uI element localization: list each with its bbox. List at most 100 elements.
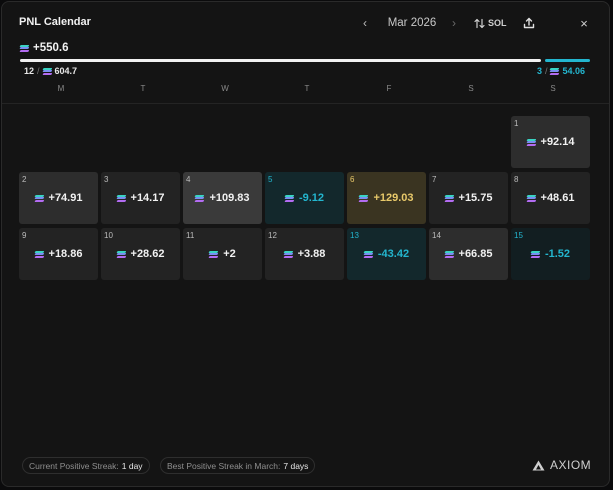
calendar-day-cell[interactable]: 7 +15.75 xyxy=(429,172,508,224)
total-pnl-value: +550.6 xyxy=(33,42,69,54)
calendar-day-cell[interactable]: 10 +28.62 xyxy=(101,228,180,280)
day-number: 10 xyxy=(104,231,113,240)
day-pnl: -43.42 xyxy=(347,248,426,260)
day-pnl-value: +74.91 xyxy=(48,192,83,204)
day-number: 6 xyxy=(350,175,355,184)
weekday-label: S xyxy=(468,84,474,93)
sol-icon xyxy=(34,250,44,258)
day-number: 12 xyxy=(268,231,277,240)
negative-summary: 3 / 54.06 xyxy=(536,66,585,76)
day-pnl-value: +129.03 xyxy=(373,192,414,204)
day-pnl: +74.91 xyxy=(19,192,98,204)
calendar-day-cell[interactable]: 8 +48.61 xyxy=(511,172,590,224)
day-pnl-value: +18.86 xyxy=(48,248,83,260)
day-number: 13 xyxy=(350,231,359,240)
weekday-label: S xyxy=(550,84,556,93)
calendar-day-cell[interactable]: 15 -1.52 xyxy=(511,228,590,280)
calendar-day-cell[interactable]: 11 +2 xyxy=(183,228,262,280)
weekday-label: T xyxy=(140,84,146,93)
positive-days-count: 12 xyxy=(24,66,35,76)
sol-icon xyxy=(444,194,454,202)
day-pnl-value: +28.62 xyxy=(130,248,165,260)
share-button[interactable] xyxy=(521,13,537,33)
sol-icon xyxy=(195,194,205,202)
day-number: 3 xyxy=(104,175,109,184)
sol-icon xyxy=(526,138,536,146)
calendar-day-cell[interactable]: 9 +18.86 xyxy=(19,228,98,280)
best-streak-value: 7 days xyxy=(283,460,309,471)
currency-toggle-button[interactable]: SOL xyxy=(474,13,507,33)
calendar-day-cell[interactable]: 13 -43.42 xyxy=(347,228,426,280)
sol-icon xyxy=(34,194,44,202)
prev-month-button[interactable]: ‹ xyxy=(359,13,371,33)
day-number: 8 xyxy=(514,175,519,184)
calendar-day-cell[interactable]: 6 +129.03 xyxy=(347,172,426,224)
positive-summary: 12 / 604.7 xyxy=(24,66,78,76)
sol-icon xyxy=(116,194,126,202)
day-number: 14 xyxy=(432,231,441,240)
sol-icon xyxy=(284,194,295,202)
negative-days-count: 3 xyxy=(536,66,542,76)
sol-icon xyxy=(550,67,560,75)
weekday-label: W xyxy=(221,84,229,93)
sol-icon xyxy=(444,250,454,258)
day-number: 1 xyxy=(514,119,519,128)
calendar-day-cell[interactable]: 3 +14.17 xyxy=(101,172,180,224)
close-button[interactable]: × xyxy=(577,13,591,33)
sol-icon xyxy=(359,194,369,202)
current-streak-value: 1 day xyxy=(121,460,143,471)
brand-name: AXIOM xyxy=(550,458,592,472)
day-pnl: +18.86 xyxy=(19,248,98,260)
day-pnl-value: -9.12 xyxy=(298,192,325,204)
calendar-day-cell[interactable]: 5 -9.12 xyxy=(265,172,344,224)
calendar-day-cell[interactable]: 2 +74.91 xyxy=(19,172,98,224)
sol-icon xyxy=(116,250,126,258)
sol-icon xyxy=(526,194,536,202)
day-pnl-value: +109.83 xyxy=(209,192,250,204)
axiom-logo-icon xyxy=(532,460,545,470)
best-streak-label: Best Positive Streak in March: xyxy=(167,460,281,471)
day-number: 2 xyxy=(22,175,27,184)
day-pnl: +28.62 xyxy=(101,248,180,260)
positive-amount: 604.7 xyxy=(54,66,78,76)
day-pnl: +109.83 xyxy=(183,192,262,204)
chevron-right-icon: › xyxy=(452,16,456,30)
day-pnl-value: +48.61 xyxy=(540,192,575,204)
day-pnl: +129.03 xyxy=(347,192,426,204)
day-pnl-value: -43.42 xyxy=(377,248,410,260)
best-streak-badge: Best Positive Streak in March: 7 days xyxy=(160,457,316,474)
day-pnl: +14.17 xyxy=(101,192,180,204)
day-pnl-value: +3.88 xyxy=(297,248,326,260)
weekday-label: M xyxy=(57,84,65,93)
day-pnl-value: +2 xyxy=(223,248,236,260)
negative-bar xyxy=(545,59,590,62)
panel-title: PNL Calendar xyxy=(19,16,91,28)
chevron-left-icon: ‹ xyxy=(363,16,367,30)
sol-icon xyxy=(208,250,219,258)
close-icon: × xyxy=(580,15,588,31)
day-pnl: -1.52 xyxy=(511,248,590,260)
total-pnl: +550.6 xyxy=(19,42,69,54)
weekday-label: T xyxy=(304,84,310,93)
day-pnl-value: -1.52 xyxy=(544,248,571,260)
day-number: 5 xyxy=(268,175,273,184)
calendar-day-cell[interactable]: 4 +109.83 xyxy=(183,172,262,224)
calendar-day-cell[interactable]: 12 +3.88 xyxy=(265,228,344,280)
positive-bar xyxy=(20,59,541,62)
currency-toggle-label: SOL xyxy=(488,18,507,28)
sol-icon xyxy=(530,250,541,258)
pnl-ratio-bar xyxy=(20,59,590,62)
current-streak-badge: Current Positive Streak: 1 day xyxy=(22,457,150,474)
calendar-day-cell[interactable]: 1 +92.14 xyxy=(511,116,590,168)
calendar-day-cell[interactable]: 14 +66.85 xyxy=(429,228,508,280)
sol-icon xyxy=(283,250,293,258)
sol-icon xyxy=(19,44,30,52)
swap-arrows-icon xyxy=(474,18,485,28)
day-number: 9 xyxy=(22,231,27,240)
current-streak-label: Current Positive Streak: xyxy=(29,460,119,471)
day-pnl: +2 xyxy=(183,248,262,260)
day-pnl-value: +92.14 xyxy=(540,136,575,148)
divider xyxy=(2,103,609,104)
next-month-button[interactable]: › xyxy=(448,13,460,33)
axiom-logo: AXIOM xyxy=(532,458,591,472)
